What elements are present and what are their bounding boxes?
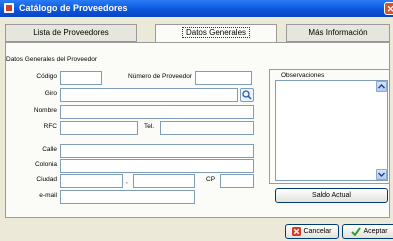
close-icon[interactable]: ✕ <box>384 2 393 15</box>
scroll-up-icon[interactable] <box>376 81 387 92</box>
email-label: e-mail <box>39 192 57 199</box>
observaciones-textarea[interactable] <box>275 80 388 181</box>
calle-label: Calle <box>42 146 57 153</box>
tab-lista-proveedores[interactable]: Lista de Proveedores <box>5 24 137 42</box>
tab-label: Datos Generales <box>181 27 251 38</box>
colonia-field[interactable] <box>60 159 254 173</box>
title-bar: Catálogo de Proveedores ✕ <box>0 0 393 17</box>
observaciones-label: Observaciones <box>281 72 325 79</box>
search-icon[interactable] <box>240 88 254 102</box>
tab-mas-informacion[interactable]: Más Información <box>286 24 390 42</box>
codigo-label: Código <box>36 73 57 80</box>
scroll-down-icon[interactable] <box>376 169 387 180</box>
aceptar-label: Aceptar <box>363 228 388 235</box>
cancelar-label: Cancelar <box>303 228 332 235</box>
tab-label: Más Información <box>308 28 368 37</box>
rfc-label: RFC <box>43 123 57 130</box>
aceptar-button[interactable]: Aceptar <box>342 224 393 239</box>
rfc-field[interactable] <box>60 121 138 135</box>
section-title: Datos Generales del Proveedor <box>6 56 98 63</box>
tel-label: Tel. <box>144 123 155 130</box>
ciudad-separator: , <box>126 178 128 185</box>
tab-datos-generales[interactable]: Datos Generales <box>155 24 277 43</box>
nombre-label: Nombre <box>33 107 57 114</box>
calle-field[interactable] <box>60 144 254 158</box>
ciudad-field[interactable] <box>60 174 123 188</box>
email-field[interactable] <box>60 190 195 204</box>
saldo-actual-button[interactable]: Saldo Actual <box>275 188 388 203</box>
saldo-actual-label: Saldo Actual <box>312 192 351 199</box>
cancelar-button[interactable]: Cancelar <box>285 224 339 239</box>
window-title: Catálogo de Proveedores <box>19 3 128 13</box>
ciudad-label: Ciudad <box>36 176 57 183</box>
numero-proveedor-label: Número de Proveedor <box>128 73 192 80</box>
estado-field[interactable] <box>133 174 195 188</box>
cancel-icon <box>292 226 302 236</box>
tel-field[interactable] <box>160 121 254 135</box>
check-icon <box>351 227 362 237</box>
cp-label: CP <box>206 176 216 183</box>
giro-label: Giro <box>44 90 57 97</box>
colonia-label: Colonia <box>34 161 57 168</box>
numero-proveedor-field[interactable] <box>195 71 252 85</box>
giro-field[interactable] <box>60 88 238 102</box>
app-icon <box>4 3 14 13</box>
nombre-field[interactable] <box>60 105 254 119</box>
codigo-field[interactable] <box>60 71 102 85</box>
tab-label: Lista de Proveedores <box>33 28 109 37</box>
cp-field[interactable] <box>220 174 254 188</box>
